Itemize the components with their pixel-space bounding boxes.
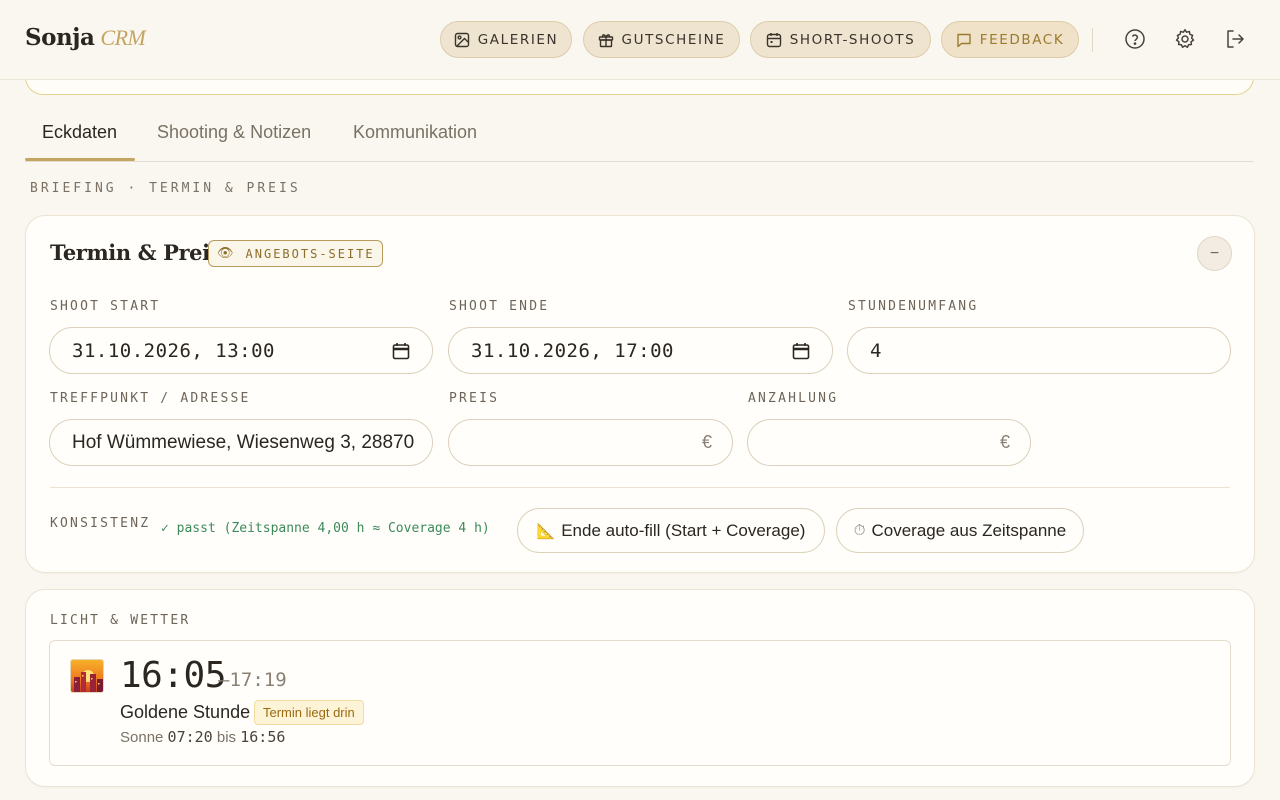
nav-feedback-label: FEEDBACK	[979, 31, 1065, 48]
tab-shooting-notizen[interactable]: Shooting & Notizen	[157, 122, 311, 143]
sunrise-time: 07:20	[167, 728, 213, 746]
nav-galerien-label: GALERIEN	[477, 31, 559, 48]
ende-autofill-button[interactable]: 📐 Ende auto-fill (Start + Coverage)	[517, 508, 825, 553]
header-divider	[1092, 28, 1093, 52]
collapse-button[interactable]: −	[1197, 236, 1232, 271]
sunset-time: 16:56	[240, 728, 286, 746]
help-icon[interactable]	[1124, 28, 1146, 50]
preis-label: PREIS	[449, 391, 500, 406]
nav-galerien-button[interactable]: GALERIEN	[440, 21, 572, 58]
calendar-icon	[766, 32, 781, 47]
golden-hour-end: –17:19	[218, 669, 287, 691]
brand-name: Sonja	[25, 24, 95, 51]
badge-label: ANGEBOTS-SEITE	[245, 246, 375, 261]
euro-icon: €	[701, 432, 712, 452]
licht-wetter-label: LICHT & WETTER	[50, 613, 191, 628]
message-icon	[957, 33, 971, 47]
termin-preis-card: Termin & Preis 👁 ANGEBOTS-SEITE − SHOOT …	[25, 215, 1255, 573]
active-tab-indicator	[25, 158, 135, 161]
shoot-ende-value: 31.10.2026, 17:00	[471, 339, 674, 362]
section-divider	[50, 487, 1230, 488]
sun-times: Sonne 07:20 bis 16:56	[120, 728, 285, 746]
stundenumfang-value: 4	[870, 339, 882, 362]
gift-icon	[598, 33, 613, 47]
preis-input[interactable]: €	[448, 419, 733, 466]
anzahlung-input[interactable]: €	[747, 419, 1031, 466]
ruler-icon: 📐	[536, 522, 556, 540]
calendar-picker-icon[interactable]	[792, 342, 810, 360]
brand-suffix: CRM	[100, 25, 146, 50]
nav-short-shoots-label: SHORT-SHOOTS	[789, 31, 916, 48]
nav-short-shoots-button[interactable]: SHORT-SHOOTS	[750, 21, 931, 58]
ende-autofill-label: Ende auto-fill (Start + Coverage)	[561, 520, 806, 540]
sunset-city-icon	[70, 659, 104, 693]
coverage-aus-zeitspanne-button[interactable]: ⏱ Coverage aus Zeitspanne	[836, 508, 1084, 553]
anzahlung-label: ANZAHLUNG	[748, 391, 839, 406]
shoot-start-label: SHOOT START	[50, 299, 161, 314]
stopwatch-icon: ⏱	[853, 522, 866, 539]
stundenumfang-input[interactable]: 4	[847, 327, 1231, 374]
nav-gutscheine-label: GUTSCHEINE	[621, 31, 726, 48]
nav-gutscheine-button[interactable]: GUTSCHEINE	[583, 21, 740, 58]
golden-hour-label: Goldene Stunde	[120, 702, 251, 722]
eye-icon: 👁	[217, 246, 236, 261]
calendar-picker-icon[interactable]	[392, 342, 410, 360]
nav-feedback-button[interactable]: FEEDBACK	[941, 21, 1079, 58]
sun-mid: bis	[216, 729, 237, 746]
brand-logo[interactable]: Sonja CRM	[25, 24, 146, 51]
image-icon	[454, 32, 469, 47]
konsistenz-status: ✓ passt (Zeitspanne 4,00 h ≈ Coverage 4 …	[161, 521, 490, 536]
shoot-ende-label: SHOOT ENDE	[449, 299, 550, 314]
tab-kommunikation[interactable]: Kommunikation	[353, 122, 477, 143]
treffpunkt-input[interactable]: Hof Wümmewiese, Wiesenweg 3, 28870	[49, 419, 433, 466]
konsistenz-label: KONSISTENZ	[50, 516, 151, 531]
golden-hour-start: 16:05	[120, 655, 226, 696]
stundenumfang-label: STUNDENUMFANG	[848, 299, 979, 314]
sun-prefix: Sonne	[120, 729, 164, 746]
logout-icon[interactable]	[1224, 28, 1246, 50]
treffpunkt-value: Hof Wümmewiese, Wiesenweg 3, 28870	[72, 431, 415, 453]
treffpunkt-label: TREFFPUNKT / ADRESSE	[50, 391, 251, 406]
top-bar: Sonja CRM GALERIEN GUTSCHEINE SHORT-SHOOT…	[0, 0, 1280, 80]
licht-wetter-card: LICHT & WETTER 16:05 –17:19 Goldene Stun…	[25, 589, 1255, 787]
tab-bar: Eckdaten Shooting & Notizen Kommunikatio…	[25, 110, 1254, 162]
shoot-start-input[interactable]: 31.10.2026, 13:00	[49, 327, 433, 374]
shoot-start-value: 31.10.2026, 13:00	[72, 339, 275, 362]
coverage-aus-zeitspanne-label: Coverage aus Zeitspanne	[871, 520, 1067, 540]
euro-icon: €	[999, 432, 1010, 452]
golden-hour-panel: 16:05 –17:19 Goldene Stunde Termin liegt…	[49, 640, 1231, 766]
angebots-seite-badge[interactable]: 👁 ANGEBOTS-SEITE	[208, 240, 383, 267]
shoot-ende-input[interactable]: 31.10.2026, 17:00	[448, 327, 833, 374]
termin-liegt-drin-badge: Termin liegt drin	[254, 700, 364, 725]
section-label: BRIEFING · TERMIN & PREIS	[30, 181, 301, 196]
card-title: Termin & Preis	[50, 240, 222, 265]
tab-eckdaten[interactable]: Eckdaten	[42, 122, 117, 143]
gear-icon[interactable]	[1174, 28, 1196, 50]
